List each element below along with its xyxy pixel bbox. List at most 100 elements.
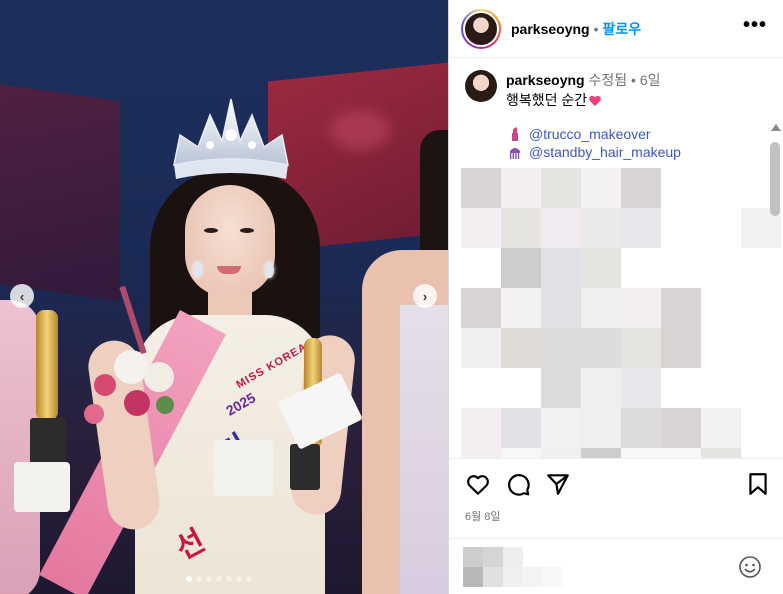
blur-tile: [701, 408, 741, 448]
blur-tile: [461, 328, 501, 368]
blur-tile: [701, 448, 741, 458]
blur-tile: [581, 248, 621, 288]
emoji-icon[interactable]: [738, 555, 762, 579]
comments-scrollbar[interactable]: [768, 120, 782, 458]
post-photo[interactable]: MISS KOREA 2025 미 선 ‹: [0, 0, 448, 594]
blur-tile: [621, 288, 661, 328]
blur-tile: [581, 288, 621, 328]
edited-label: 수정됨: [588, 72, 628, 88]
heart-emoji-icon: [589, 96, 601, 107]
author-username[interactable]: parkseoyng: [511, 21, 590, 37]
heart-icon[interactable]: [465, 471, 491, 497]
carousel-dot: [246, 576, 252, 582]
blur-tile: [483, 547, 503, 567]
comments-scroll-area[interactable]: parkseoyng 수정됨 • 6일 행복했던 순간 @trucco_make…: [449, 58, 783, 458]
blur-tile: [501, 288, 541, 328]
blur-tile: [461, 288, 501, 328]
stage-light: [330, 110, 390, 150]
caption-username[interactable]: parkseoyng: [506, 72, 585, 88]
flower: [156, 396, 174, 414]
blur-tile: [463, 547, 483, 567]
scroll-thumb[interactable]: [770, 142, 780, 216]
share-icon[interactable]: [545, 471, 571, 497]
scroll-up-icon[interactable]: [771, 124, 781, 131]
next-photo-button[interactable]: ›: [413, 284, 437, 308]
previous-photo-button[interactable]: ‹: [10, 284, 34, 308]
flower: [124, 390, 150, 416]
earring-right: [265, 262, 274, 278]
action-bar: [449, 458, 783, 508]
blur-tile: [541, 168, 581, 208]
blur-tile: [621, 448, 661, 458]
blur-tile: [661, 408, 701, 448]
blur-tile: [621, 368, 661, 408]
crown-icon: [173, 98, 289, 179]
more-options-button[interactable]: •••: [743, 14, 767, 37]
mention-makeup: @trucco_makeover: [509, 126, 651, 142]
blur-tile: [501, 328, 541, 368]
blur-tile: [581, 408, 621, 448]
comment-icon[interactable]: [505, 471, 531, 497]
separator-dot: •: [593, 20, 599, 37]
flower: [94, 374, 116, 396]
blur-tile: [543, 567, 563, 587]
blur-tile: [483, 567, 503, 587]
carousel-dot: [216, 576, 222, 582]
flower: [84, 404, 104, 424]
comb-icon: [510, 148, 520, 159]
blur-tile: [503, 567, 523, 587]
earring-left: [193, 262, 202, 278]
blur-tile: [463, 567, 483, 587]
blur-tile: [661, 328, 701, 368]
caption-header: parkseoyng 수정됨 • 6일: [506, 70, 660, 90]
mention-hair: @standby_hair_makeup: [509, 144, 681, 160]
contestant-right-dress: [400, 305, 448, 594]
chevron-right-icon: ›: [422, 288, 428, 304]
award-box-center: [213, 440, 273, 496]
blur-tile: [661, 448, 701, 458]
carousel-indicator: [186, 576, 252, 582]
blur-tile: [541, 368, 581, 408]
blur-tile: [621, 168, 661, 208]
caption-avatar[interactable]: [465, 70, 497, 102]
bookmark-icon[interactable]: [745, 471, 771, 497]
blur-tile: [523, 567, 543, 587]
blur-tile: [501, 208, 541, 248]
blur-tile: [541, 408, 581, 448]
blur-tile: [621, 328, 661, 368]
post-date: 6월 8일: [465, 511, 501, 523]
blur-tile: [461, 168, 501, 208]
lipstick-icon: [512, 127, 518, 141]
trophy-left: [36, 310, 58, 420]
comment-input-bar[interactable]: [449, 538, 783, 594]
blur-tile: [541, 328, 581, 368]
follow-button[interactable]: 팔로우: [603, 19, 642, 39]
bouquet: [84, 340, 204, 440]
blur-tile: [541, 248, 581, 288]
blur-tile: [581, 168, 621, 208]
winner-face: [185, 185, 275, 297]
post-side-panel: parkseoyng • 팔로우 ••• parkseoyng 수정됨 • 6일…: [448, 0, 783, 594]
winner-eye-left: [204, 228, 218, 233]
post-age: 6일: [639, 72, 661, 88]
caption-text: 행복했던 순간: [506, 90, 601, 110]
blur-tile: [621, 408, 661, 448]
mention-link[interactable]: @trucco_makeover: [529, 126, 651, 142]
carousel-dot: [236, 576, 242, 582]
author-avatar[interactable]: [461, 8, 501, 49]
blur-tile: [501, 248, 541, 288]
winner-eye-right: [240, 228, 254, 233]
blur-tile: [461, 408, 501, 448]
blur-tile: [621, 208, 661, 248]
carousel-dot: [206, 576, 212, 582]
mention-link[interactable]: @standby_hair_makeup: [529, 144, 681, 160]
stage-backdrop: [0, 78, 120, 302]
caption-body: 행복했던 순간: [506, 92, 588, 108]
blur-tile: [503, 547, 523, 567]
blur-tile: [581, 368, 621, 408]
carousel-dot: [226, 576, 232, 582]
flower: [144, 362, 174, 392]
separator-dot: •: [631, 72, 636, 88]
blur-tile: [501, 448, 541, 458]
blur-tile: [501, 168, 541, 208]
